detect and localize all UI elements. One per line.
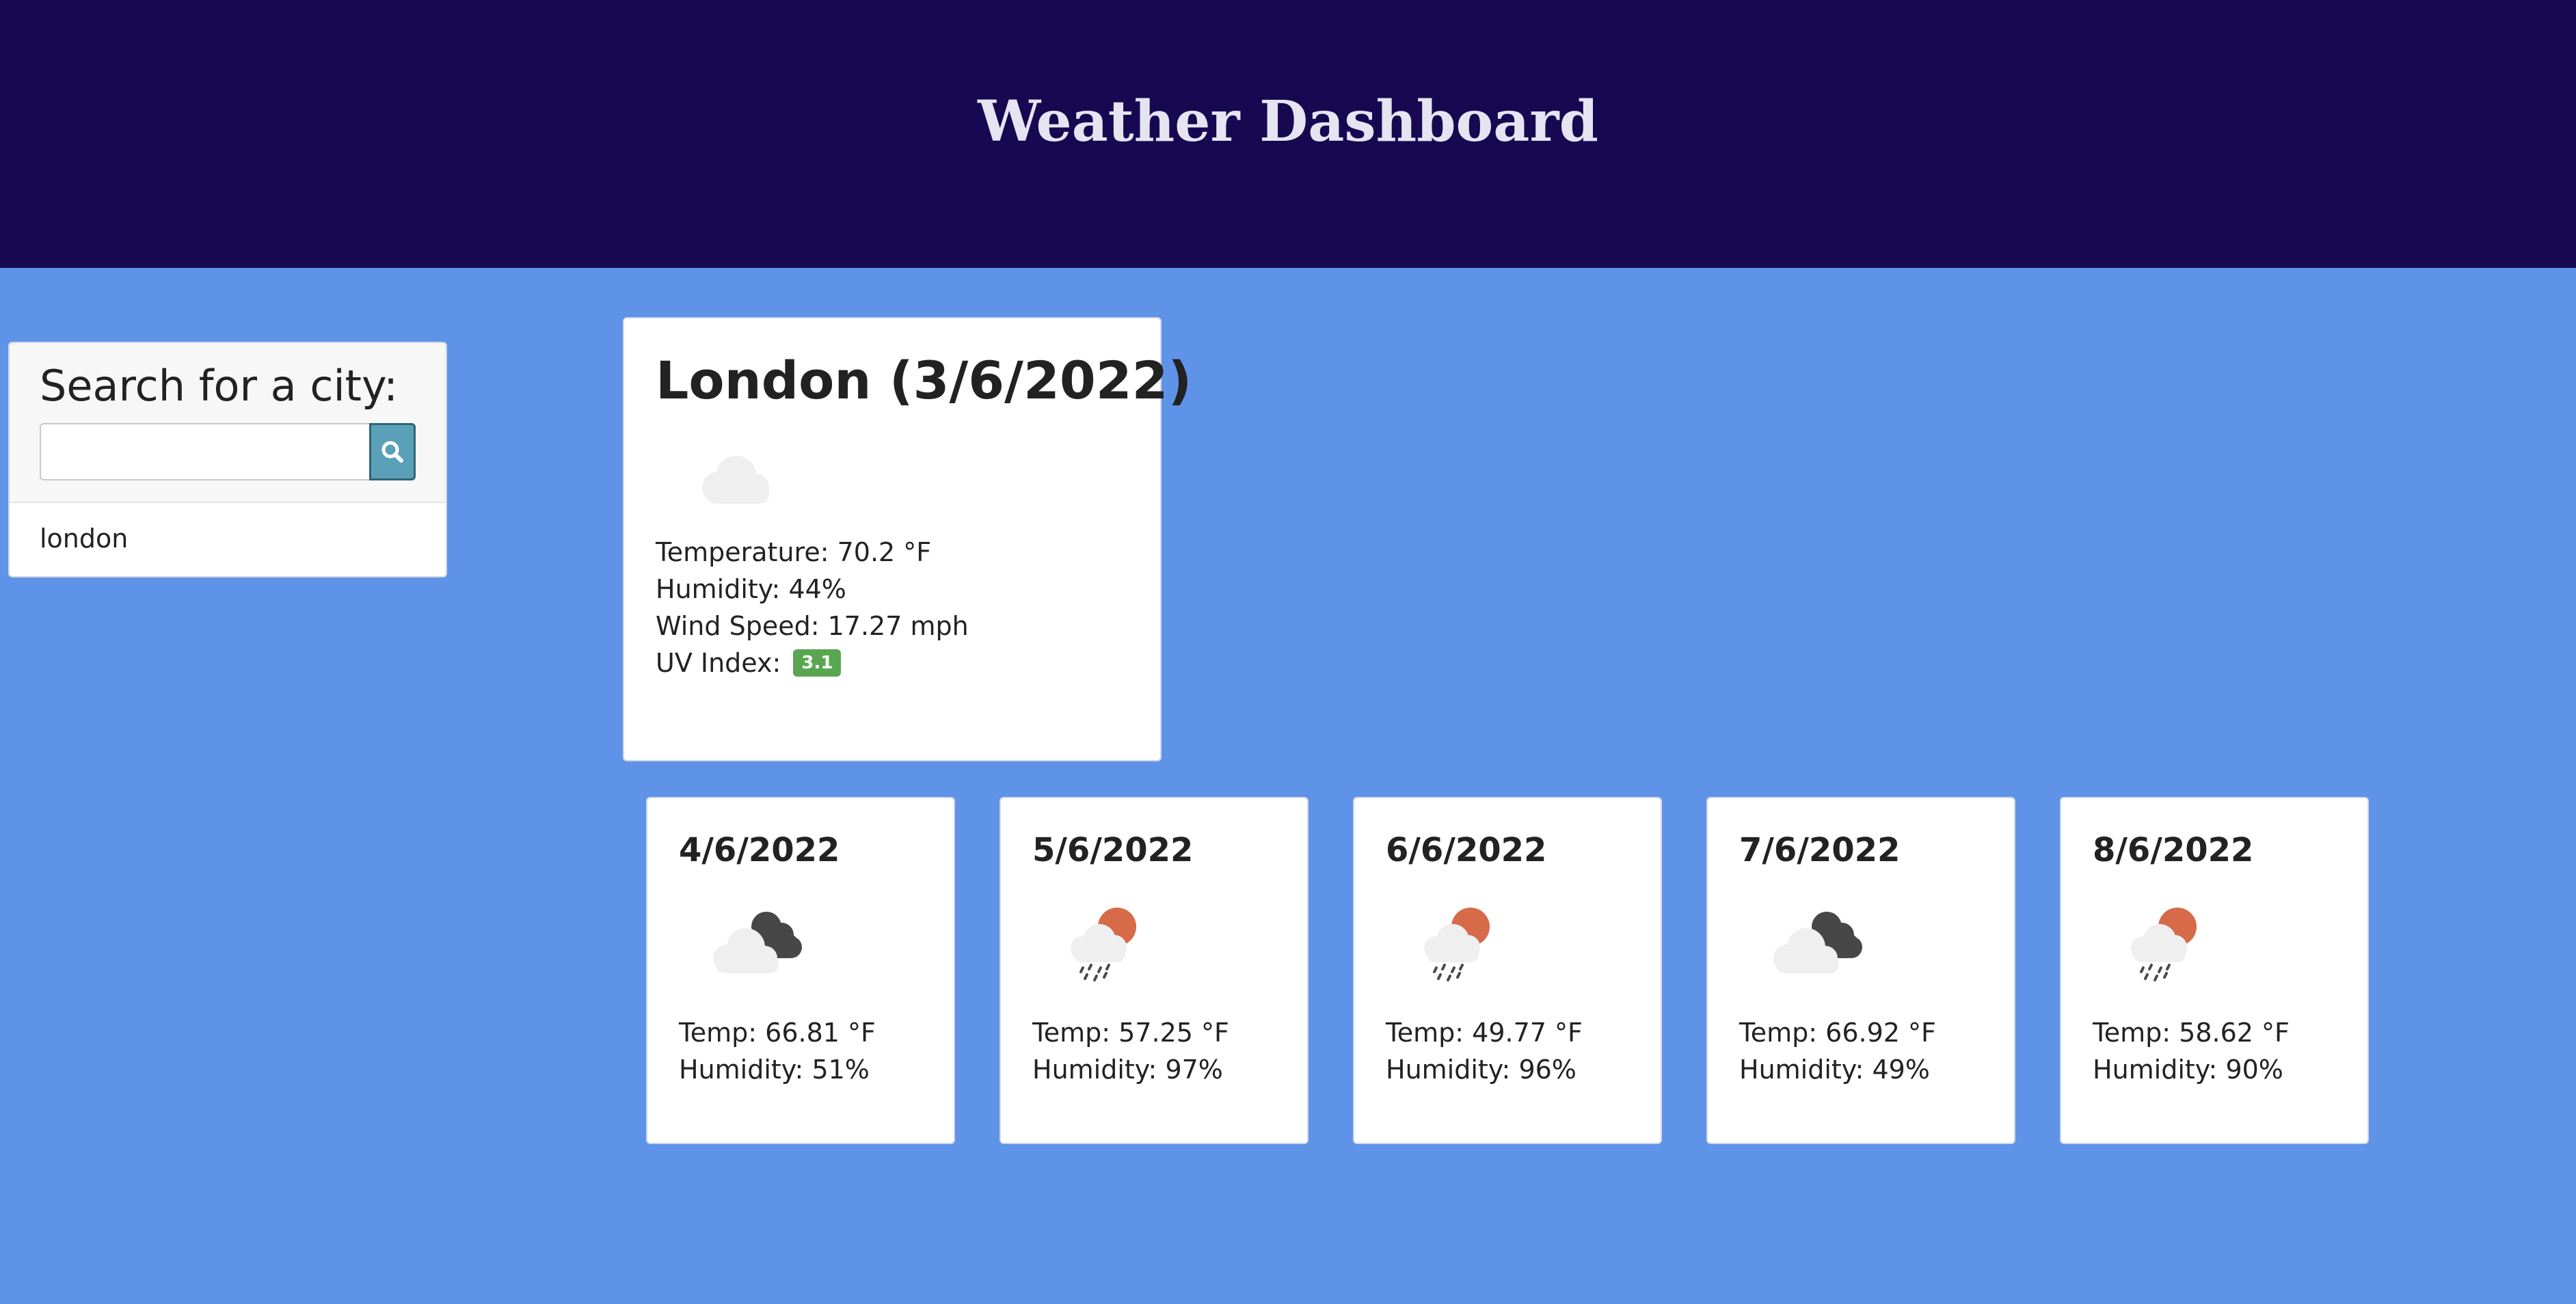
wind-row: Wind Speed: 17.27 mph — [656, 608, 1129, 644]
forecast-temp-value: 58.62 °F — [2179, 1018, 2290, 1048]
forecast-stats: Temp: 49.77 °F Humidity: 96% — [1386, 1014, 1629, 1088]
humidity-label: Humidity: — [656, 574, 781, 604]
sun-rain-icon — [1424, 908, 1490, 981]
search-icon — [381, 441, 403, 463]
forecast-humidity-label: Humidity: — [2093, 1055, 2218, 1085]
forecast-card: 5/6/2022 Temp: 57.25 °F Humidity: 97% — [999, 797, 1309, 1144]
forecast-temp-row: Temp: 49.77 °F — [1386, 1014, 1629, 1051]
humidity-row: Humidity: 44% — [656, 571, 1129, 608]
forecast-temp-value: 66.81 °F — [765, 1018, 876, 1048]
search-title: Search for a city: — [40, 361, 399, 411]
forecast-humidity-row: Humidity: 49% — [1739, 1051, 1983, 1088]
temperature-row: Temperature: 70.2 °F — [656, 534, 1129, 571]
uv-label: UV Index: — [656, 648, 781, 678]
forecast-humidity-row: Humidity: 90% — [2093, 1051, 2336, 1088]
search-panel: Search for a city: london — [8, 342, 447, 578]
forecast-humidity-value: 49% — [1872, 1055, 1930, 1085]
forecast-date: 5/6/2022 — [1032, 831, 1194, 869]
forecast-humidity-value: 97% — [1165, 1055, 1223, 1085]
forecast-humidity-label: Humidity: — [1032, 1055, 1157, 1085]
forecast-humidity-label: Humidity: — [1739, 1055, 1864, 1085]
forecast-date: 6/6/2022 — [1386, 831, 1547, 869]
forecast-date: 7/6/2022 — [1739, 831, 1901, 869]
forecast-card: 4/6/2022 Temp: 66.81 °F Humidity: 51% — [646, 797, 955, 1144]
forecast-humidity-row: Humidity: 96% — [1386, 1051, 1629, 1088]
current-city-title: London (3/6/2022) — [656, 350, 1192, 411]
forecast-temp-row: Temp: 58.62 °F — [2093, 1014, 2336, 1051]
forecast-stats: Temp: 66.81 °F Humidity: 51% — [679, 1014, 922, 1088]
forecast-temp-row: Temp: 57.25 °F — [1032, 1014, 1276, 1051]
current-stats: Temperature: 70.2 °F Humidity: 44% Wind … — [656, 534, 1129, 681]
forecast-temp-value: 66.92 °F — [1825, 1018, 1936, 1048]
page-header: Weather Dashboard — [0, 0, 2576, 268]
cloud-icon — [702, 456, 769, 504]
current-weather-card: London (3/6/2022) Temperature: 70.2 °F H… — [623, 317, 1192, 761]
forecast-temp-value: 49.77 °F — [1472, 1018, 1583, 1048]
temperature-value: 70.2 °F — [837, 537, 932, 567]
forecast-stats: Temp: 66.92 °F Humidity: 49% — [1739, 1014, 1983, 1088]
forecast-temp-value: 57.25 °F — [1118, 1018, 1229, 1048]
wind-value: 17.27 mph — [827, 611, 969, 641]
forecast-temp-label: Temp: — [1032, 1018, 1111, 1048]
uv-row: UV Index: 3.1 — [656, 644, 1129, 681]
history-item-london[interactable]: london — [10, 503, 446, 574]
forecast-stats: Temp: 57.25 °F Humidity: 97% — [1032, 1014, 1276, 1088]
forecast-date: 8/6/2022 — [2093, 831, 2254, 869]
forecast-humidity-row: Humidity: 97% — [1032, 1051, 1276, 1088]
city-search-input[interactable] — [40, 423, 369, 480]
forecast-humidity-label: Humidity: — [679, 1055, 804, 1085]
search-row — [40, 423, 416, 483]
forecast-temp-label: Temp: — [679, 1018, 757, 1048]
page-title: Weather Dashboard — [978, 89, 1598, 154]
forecast-humidity-value: 96% — [1518, 1055, 1577, 1085]
forecast-card: 7/6/2022 Temp: 66.92 °F Humidity: 49% — [1706, 797, 2015, 1144]
humidity-value: 44% — [788, 574, 846, 604]
forecast-humidity-label: Humidity: — [1386, 1055, 1511, 1085]
forecast-temp-row: Temp: 66.81 °F — [679, 1014, 922, 1051]
uv-index-badge: 3.1 — [793, 649, 842, 677]
sun-rain-icon — [1071, 908, 1136, 981]
search-button[interactable] — [369, 423, 416, 480]
sun-rain-icon — [2131, 908, 2197, 981]
forecast-humidity-row: Humidity: 51% — [679, 1051, 922, 1088]
broken-clouds-icon — [1773, 912, 1862, 973]
forecast-stats: Temp: 58.62 °F Humidity: 90% — [2093, 1014, 2336, 1088]
forecast-card: 6/6/2022 Temp: 49.77 °F Humidity: 96% — [1353, 797, 1662, 1144]
forecast-temp-label: Temp: — [1739, 1018, 1818, 1048]
forecast-humidity-value: 90% — [2225, 1055, 2283, 1085]
wind-label: Wind Speed: — [656, 611, 820, 641]
forecast-temp-label: Temp: — [1386, 1018, 1464, 1048]
forecast-humidity-value: 51% — [811, 1055, 870, 1085]
forecast-temp-label: Temp: — [2093, 1018, 2171, 1048]
forecast-date: 4/6/2022 — [679, 831, 840, 869]
forecast-card: 8/6/2022 Temp: 58.62 °F Humidity: 90% — [2060, 797, 2369, 1144]
broken-clouds-icon — [713, 912, 802, 973]
forecast-temp-row: Temp: 66.92 °F — [1739, 1014, 1983, 1051]
temperature-label: Temperature: — [656, 537, 829, 567]
search-panel-header: Search for a city: — [10, 343, 446, 503]
